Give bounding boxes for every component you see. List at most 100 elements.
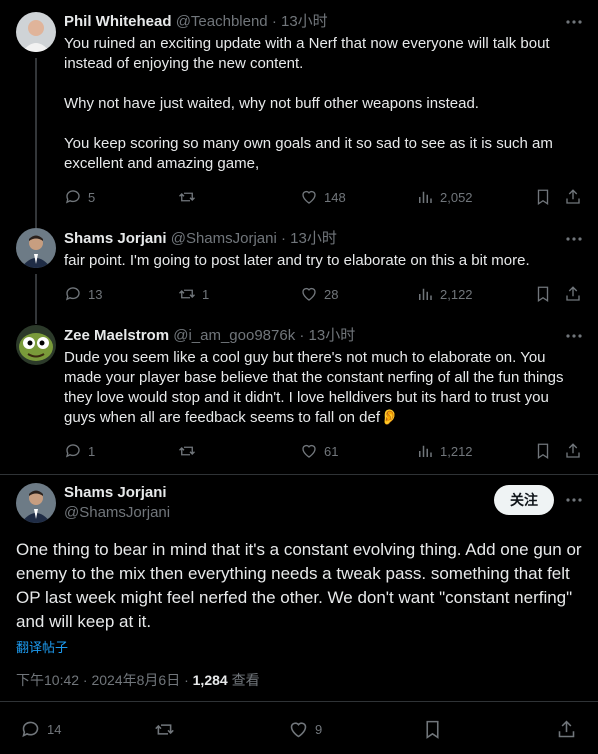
bookmark-button[interactable]	[534, 284, 552, 304]
main-tweet-actions: 14 9	[16, 719, 582, 741]
tweet-header: Phil Whitehead @Teachblend · 13小时	[64, 12, 538, 32]
tweet-text: fair point. I'm going to post later and …	[64, 251, 578, 271]
views-icon	[419, 445, 432, 457]
avatar-image	[16, 483, 56, 523]
tweet-paragraph: fair point. I'm going to post later and …	[64, 252, 530, 269]
bookmark-icon	[537, 189, 549, 206]
tweet-paragraph: You keep scoring so many own goals and i…	[64, 135, 553, 172]
repost-button[interactable]	[178, 441, 202, 461]
thread-line	[35, 274, 37, 324]
reply-button[interactable]: 13	[64, 284, 102, 304]
repost-icon	[179, 446, 195, 456]
views-button[interactable]: 1,212	[416, 441, 473, 461]
share-button[interactable]	[564, 284, 582, 304]
views-count: 2,052	[440, 189, 473, 205]
bookmark-icon	[426, 720, 439, 739]
more-icon[interactable]	[564, 12, 584, 32]
like-button[interactable]: 61	[300, 441, 338, 461]
repost-icon	[155, 723, 174, 735]
reply-icon	[22, 721, 39, 737]
author-name[interactable]: Phil Whitehead	[64, 13, 172, 30]
author-handle[interactable]: @ShamsJorjani	[171, 230, 277, 247]
reply-button[interactable]: 14	[20, 719, 61, 739]
view-count: 1,284	[192, 672, 228, 688]
share-icon	[566, 189, 580, 204]
more-icon[interactable]	[564, 326, 584, 346]
reply-icon	[65, 444, 80, 458]
repost-icon	[179, 192, 195, 202]
views-button[interactable]: 2,122	[416, 284, 473, 304]
like-count: 148	[324, 189, 346, 205]
tweet-timestamp[interactable]: 下午10:42 · 2024年8月6日 ·	[16, 672, 193, 688]
tweet-header: Zee Maelstrom @i_am_goo9876k · 13小时	[64, 326, 538, 346]
like-button[interactable]: 9	[288, 719, 322, 739]
divider	[0, 701, 598, 702]
views-icon	[419, 288, 432, 300]
share-icon	[566, 286, 580, 301]
bookmark-icon	[537, 443, 549, 460]
like-count: 9	[315, 721, 323, 737]
share-button[interactable]	[564, 441, 582, 461]
author-name[interactable]: Shams Jorjani	[64, 230, 167, 247]
share-button[interactable]	[556, 719, 577, 739]
avatar[interactable]	[16, 228, 56, 268]
like-icon	[302, 190, 316, 204]
share-icon	[566, 443, 580, 458]
repost-button[interactable]	[178, 187, 202, 207]
thread-line	[35, 58, 37, 228]
view-label: 查看	[227, 672, 260, 688]
divider	[0, 474, 598, 475]
tweet-time[interactable]: · 13小时	[299, 327, 355, 344]
reply-count: 5	[88, 189, 96, 205]
tweet-time[interactable]: · 13小时	[272, 13, 328, 30]
tweet-actions: 1 61 1,212	[64, 441, 582, 461]
main-tweet-text: One thing to bear in mind that it's a co…	[16, 540, 582, 631]
author-name[interactable]: Shams Jorjani	[64, 484, 167, 501]
reply-button[interactable]: 1	[64, 441, 95, 461]
more-icon[interactable]	[564, 490, 584, 510]
avatar[interactable]	[16, 325, 56, 365]
tweet-text: You ruined an exciting update with a Ner…	[64, 34, 578, 174]
tweet-paragraph: Why not have just waited, why not buff o…	[64, 95, 479, 112]
share-button[interactable]	[564, 187, 582, 207]
tweet-actions: 13 1 28 2,122	[64, 284, 582, 304]
bookmark-icon	[537, 286, 549, 303]
tweet-header: Shams Jorjani @ShamsJorjani · 13小时	[64, 229, 538, 249]
follow-button[interactable]: 关注	[494, 485, 554, 515]
author-handle[interactable]: @Teachblend	[176, 13, 268, 30]
repost-button[interactable]	[154, 719, 181, 739]
views-count: 2,122	[440, 286, 473, 302]
tweet-paragraph: Dude you seem like a cool guy but there'…	[64, 349, 564, 426]
tweet-paragraph: You ruined an exciting update with a Ner…	[64, 35, 550, 72]
avatar-image	[16, 12, 56, 52]
like-icon	[290, 721, 307, 737]
like-count: 28	[324, 286, 339, 302]
like-button[interactable]: 148	[300, 187, 346, 207]
reply-count: 14	[47, 721, 62, 737]
repost-button[interactable]: 1	[178, 284, 209, 304]
reply-icon	[65, 287, 80, 301]
like-icon	[302, 287, 316, 301]
avatar-image	[16, 228, 56, 268]
more-icon[interactable]	[564, 229, 584, 249]
tweet-meta: 下午10:42 · 2024年8月6日 · 1,284 查看	[16, 670, 260, 690]
avatar[interactable]	[16, 483, 56, 523]
views-icon	[419, 191, 432, 203]
bookmark-button[interactable]	[422, 719, 443, 739]
author-handle[interactable]: @i_am_goo9876k	[173, 327, 295, 344]
tweet-time[interactable]: · 13小时	[281, 230, 337, 247]
translate-link[interactable]: 翻译帖子	[16, 637, 68, 656]
reply-button[interactable]: 5	[64, 187, 95, 207]
views-button[interactable]: 2,052	[416, 187, 473, 207]
like-count: 61	[324, 443, 339, 459]
author-name[interactable]: Zee Maelstrom	[64, 327, 169, 344]
repost-icon	[179, 289, 195, 299]
bookmark-button[interactable]	[534, 187, 552, 207]
bookmark-button[interactable]	[534, 441, 552, 461]
author-handle[interactable]: @ShamsJorjani	[64, 504, 170, 521]
views-count: 1,212	[440, 443, 473, 459]
avatar[interactable]	[16, 12, 56, 52]
tweet-actions: 5 148 2,052	[64, 187, 582, 207]
avatar-image	[16, 325, 56, 365]
like-button[interactable]: 28	[300, 284, 338, 304]
